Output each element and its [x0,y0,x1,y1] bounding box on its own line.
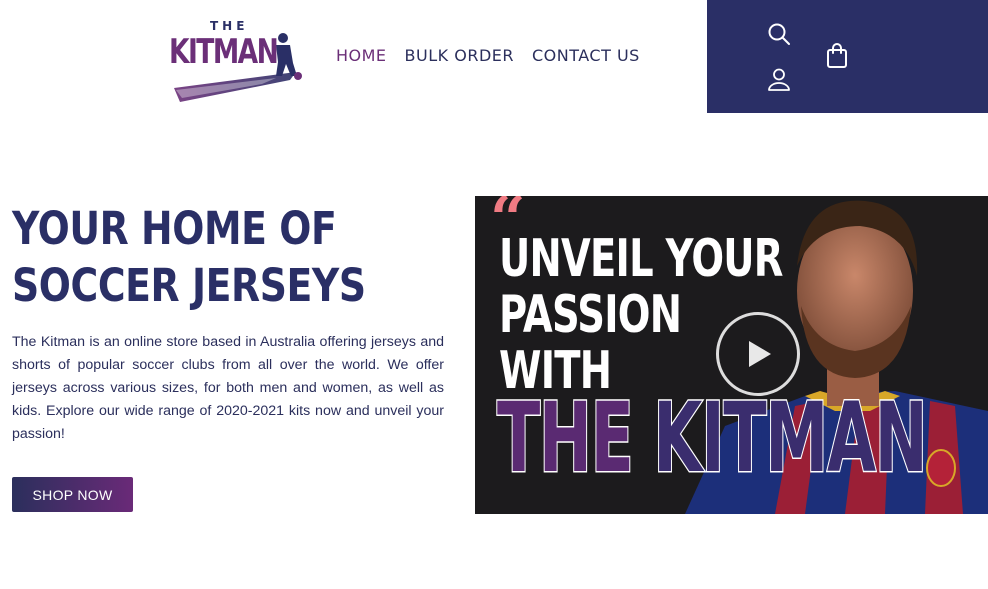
headline-line-1: YOUR HOME OF [12,202,337,255]
kitman-logo[interactable]: THE KITMAN [166,18,306,106]
nav-bulk-order-link[interactable]: BULK ORDER [405,45,514,67]
hero-description: The Kitman is an online store based in A… [12,334,444,442]
main-nav: HOME BULK ORDER CONTACT US [336,45,640,67]
video-brand-the: THE [496,382,654,494]
headline-line-2: SOCCER JERSEYS [12,259,366,312]
video-brand-kitman: KITMAN [652,382,928,494]
header-utility-panel [707,0,988,113]
user-icon[interactable] [767,67,791,91]
video-line-1: UNVEIL YOUR [499,229,783,289]
nav-contact-us-link[interactable]: CONTACT US [532,45,640,67]
play-icon [749,341,771,367]
video-brand-line: THE KITMAN [496,382,929,494]
logo-top-text: THE [210,19,249,33]
logo-brand-text: KITMAN [169,32,279,72]
promo-video[interactable]: “ UNVEIL YOUR PASSION WITH THE KITMAN [475,196,988,514]
play-button[interactable] [716,312,800,396]
hero-headline: YOUR HOME OF SOCCER JERSEYS [12,200,366,314]
search-icon[interactable] [767,22,791,46]
shop-now-button[interactable]: SHOP NOW [12,477,133,512]
video-line-2: PASSION [499,285,682,345]
nav-home-link[interactable]: HOME [336,45,387,67]
shopping-bag-icon[interactable] [826,42,848,69]
